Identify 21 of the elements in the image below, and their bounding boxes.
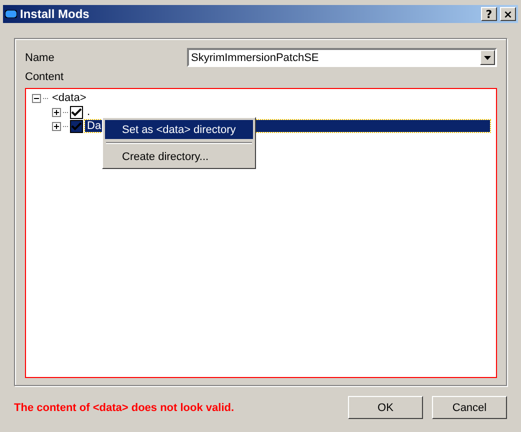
tree-item[interactable]: . [85,106,92,118]
collapse-icon[interactable] [32,94,41,102]
menu-item[interactable]: Set as <data> directory [105,120,253,139]
menu-item[interactable]: Create directory... [105,147,253,166]
cancel-button[interactable]: Cancel [432,396,507,419]
down-arrow-icon [484,56,491,60]
tree-item[interactable]: <data> [50,92,88,104]
expand-icon[interactable] [52,122,61,130]
content-label: Content [25,71,64,83]
ok-button[interactable]: OK [348,396,423,419]
expand-icon[interactable] [52,108,61,116]
checkbox[interactable] [70,106,83,118]
checkbox[interactable] [70,120,83,132]
window-title: Install Mods [20,7,90,21]
close-button[interactable]: × [500,7,516,21]
name-dropdown[interactable]: SkyrimImmersionPatchSE [187,48,497,67]
app-icon [5,10,17,18]
error-message: The content of <data> does not look valid. [14,402,236,414]
help-button[interactable]: ? [481,7,497,21]
name-label: Name [25,52,54,64]
dropdown-button[interactable] [480,50,495,65]
